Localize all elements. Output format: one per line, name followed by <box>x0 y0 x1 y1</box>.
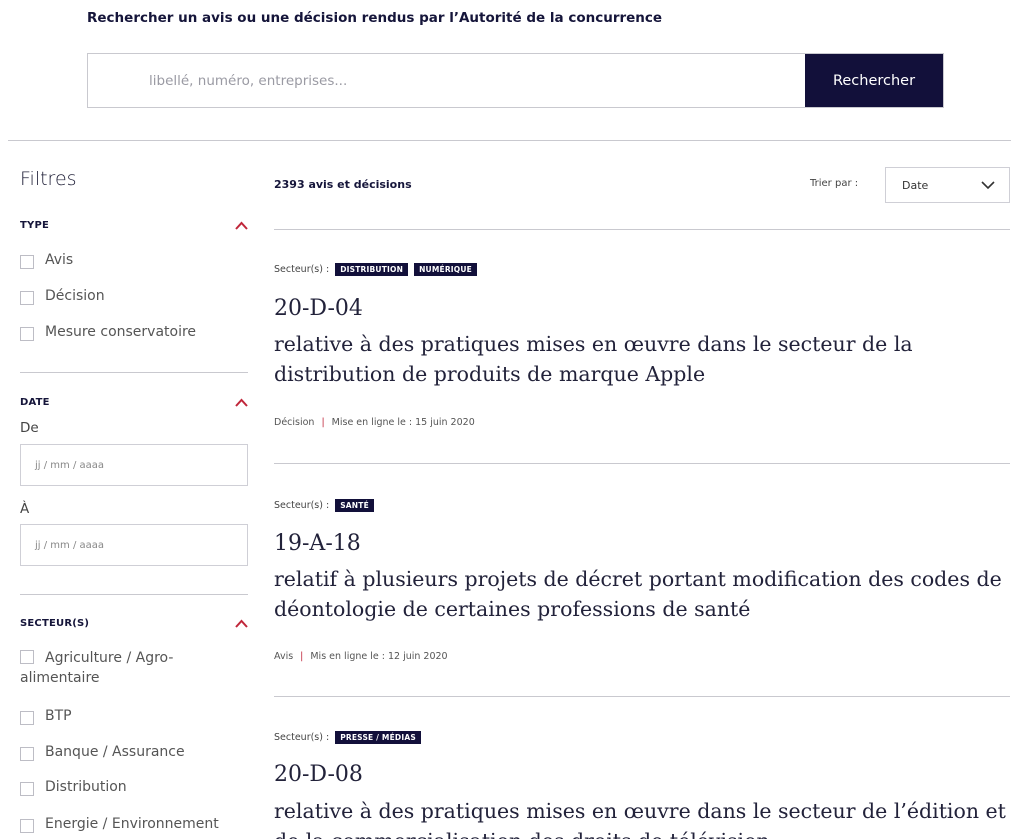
result-divider <box>274 229 1010 230</box>
date-to-label: À <box>20 501 30 517</box>
filter-type-label: TYPE <box>20 220 50 231</box>
result-sectors: Secteur(s) : DISTRIBUTION NUMÉRIQUE <box>274 263 477 276</box>
result-meta: Avis | Mis en ligne le : 12 juin 2020 <box>274 651 448 662</box>
chevron-up-icon[interactable] <box>235 398 248 407</box>
result-type: Avis <box>274 651 294 662</box>
result-title[interactable]: relative à des pratiques mises en œuvre … <box>274 796 1010 839</box>
search-button[interactable]: Rechercher <box>805 54 943 107</box>
result-date: Mis en ligne le : 12 juin 2020 <box>310 651 448 662</box>
search-title: Rechercher un avis ou une décision rendu… <box>87 10 663 26</box>
filters-sidebar: Filtres TYPE Avis Décision Mesure conser… <box>20 168 248 833</box>
result-sectors: Secteur(s) : SANTÉ <box>274 499 374 512</box>
checkbox[interactable] <box>20 291 34 305</box>
header-divider <box>8 140 1011 141</box>
filter-sector-energie[interactable]: Energie / Environnement <box>20 816 219 833</box>
date-from-label: De <box>20 420 39 436</box>
checkbox[interactable] <box>20 255 34 269</box>
separator: | <box>321 417 325 428</box>
chevron-up-icon[interactable] <box>235 619 248 628</box>
filter-sectors-header[interactable]: SECTEUR(S) <box>20 618 248 629</box>
result-title[interactable]: relative à des pratiques mises en œuvre … <box>274 329 1010 389</box>
sort-value: Date <box>902 178 929 192</box>
date-from-input[interactable]: jj / mm / aaaa <box>20 444 248 486</box>
checkbox[interactable] <box>20 711 34 725</box>
checkbox[interactable] <box>20 782 34 796</box>
filter-date-label: DATE <box>20 397 50 408</box>
result-code[interactable]: 20-D-08 <box>274 762 363 787</box>
filter-sector-agriculture[interactable]: Agriculture / Agro-alimentaire <box>20 648 210 688</box>
result-divider <box>274 463 1010 464</box>
filter-sector-distribution[interactable]: Distribution <box>20 779 127 796</box>
result-sectors: Secteur(s) : PRESSE / MÉDIAS <box>274 731 421 744</box>
sector-badge[interactable]: PRESSE / MÉDIAS <box>335 731 421 744</box>
checkbox-label: Avis <box>45 252 74 268</box>
chevron-up-icon[interactable] <box>235 221 248 230</box>
sectors-label: Secteur(s) : <box>274 732 330 743</box>
sort-label: Trier par : <box>810 178 859 189</box>
date-to-input[interactable]: jj / mm / aaaa <box>20 524 248 566</box>
results-count: 2393 avis et décisions <box>274 178 412 191</box>
checkbox[interactable] <box>20 819 34 833</box>
filter-type-mesure[interactable]: Mesure conservatoire <box>20 324 196 341</box>
checkbox-label: Banque / Assurance <box>45 744 185 760</box>
sort-select[interactable]: Date <box>885 167 1010 203</box>
result-code[interactable]: 19-A-18 <box>274 531 361 556</box>
checkbox-label: Distribution <box>45 779 127 795</box>
filter-date-header[interactable]: DATE <box>20 397 248 408</box>
checkbox[interactable] <box>20 747 34 761</box>
result-title[interactable]: relatif à plusieurs projets de décret po… <box>274 564 1010 624</box>
sectors-label: Secteur(s) : <box>274 500 330 511</box>
separator: | <box>300 651 304 662</box>
search-bar: Rechercher <box>87 53 944 108</box>
filter-type-header[interactable]: TYPE <box>20 220 248 231</box>
checkbox-label: Mesure conservatoire <box>45 324 197 340</box>
filters-title: Filtres <box>20 168 77 190</box>
filter-type-decision[interactable]: Décision <box>20 288 105 305</box>
result-type: Décision <box>274 417 315 428</box>
result-code[interactable]: 20-D-04 <box>274 296 363 321</box>
result-date: Mise en ligne le : 15 juin 2020 <box>331 417 475 428</box>
checkbox-label: Energie / Environnement <box>45 816 219 832</box>
sidebar-divider <box>20 594 248 595</box>
sectors-label: Secteur(s) : <box>274 264 330 275</box>
filter-sector-banque[interactable]: Banque / Assurance <box>20 744 185 761</box>
sector-badge[interactable]: DISTRIBUTION <box>335 263 409 276</box>
checkbox[interactable] <box>20 650 34 664</box>
sector-badge[interactable]: NUMÉRIQUE <box>414 263 477 276</box>
result-meta: Décision | Mise en ligne le : 15 juin 2020 <box>274 417 475 428</box>
search-input[interactable] <box>88 54 805 107</box>
sidebar-divider <box>20 372 248 373</box>
checkbox-label: Décision <box>45 288 105 304</box>
checkbox[interactable] <box>20 327 34 341</box>
sector-badge[interactable]: SANTÉ <box>335 499 374 512</box>
chevron-down-icon <box>981 180 995 189</box>
filter-sectors-label: SECTEUR(S) <box>20 618 90 629</box>
result-divider <box>274 696 1010 697</box>
checkbox-label: Agriculture / Agro-alimentaire <box>20 650 174 686</box>
filter-type-avis[interactable]: Avis <box>20 252 73 269</box>
filter-sector-btp[interactable]: BTP <box>20 708 72 725</box>
checkbox-label: BTP <box>45 708 72 724</box>
